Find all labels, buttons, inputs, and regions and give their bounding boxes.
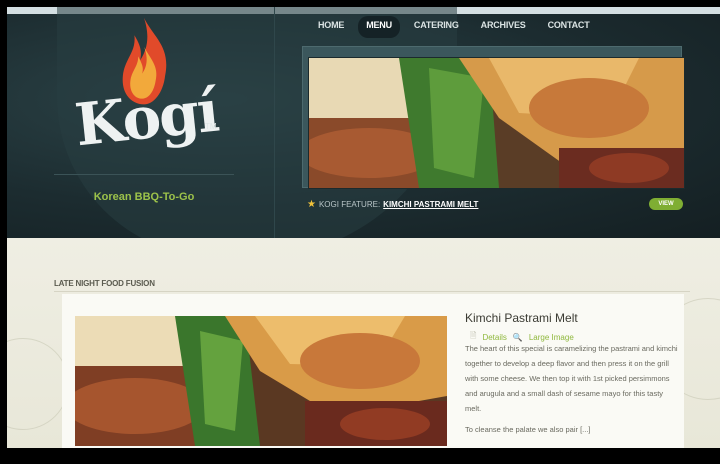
feature-caption: ★ KOGI FEATURE: KIMCHI PASTRAMI MELT xyxy=(307,199,478,210)
nav-menu[interactable]: MENU xyxy=(358,16,400,38)
nav-catering[interactable]: CATERING xyxy=(406,16,467,38)
main-nav: HOME MENU CATERING ARCHIVES CONTACT xyxy=(310,16,598,38)
post-image[interactable] xyxy=(75,316,447,446)
post-body: The heart of this special is caramelizin… xyxy=(465,341,680,443)
sandwich-photo-icon xyxy=(309,58,684,188)
star-icon: ★ xyxy=(307,199,316,210)
section-divider xyxy=(54,291,690,292)
header-divider xyxy=(274,7,275,238)
logo[interactable]: Kogí TM xyxy=(50,12,240,177)
background-swirl xyxy=(7,338,69,430)
nav-archives[interactable]: ARCHIVES xyxy=(473,16,534,38)
nav-home[interactable]: HOME xyxy=(310,16,352,38)
post-paragraph-2: To cleanse the palate we also pair [...] xyxy=(465,425,591,434)
feature-prefix: KOGI FEATURE: xyxy=(318,200,381,209)
logo-divider xyxy=(54,174,234,175)
section-title: LATE NIGHT FOOD FUSION xyxy=(54,279,155,288)
tagline: Korean BBQ-To-Go xyxy=(93,191,195,203)
logo-text: Kogí xyxy=(71,76,221,160)
trademark: TM xyxy=(205,122,217,131)
nav-contact[interactable]: CONTACT xyxy=(540,16,598,38)
feature-link[interactable]: KIMCHI PASTRAMI MELT xyxy=(383,200,478,209)
post-title[interactable]: Kimchi Pastrami Melt xyxy=(465,311,578,325)
feature-image[interactable] xyxy=(308,57,685,189)
post-paragraph: The heart of this special is caramelizin… xyxy=(465,344,678,413)
view-button[interactable]: VIEW xyxy=(649,198,683,210)
sandwich-photo-icon xyxy=(75,316,447,446)
page: { "brand": { "logo_text": "Kogí", "trade… xyxy=(0,0,720,464)
